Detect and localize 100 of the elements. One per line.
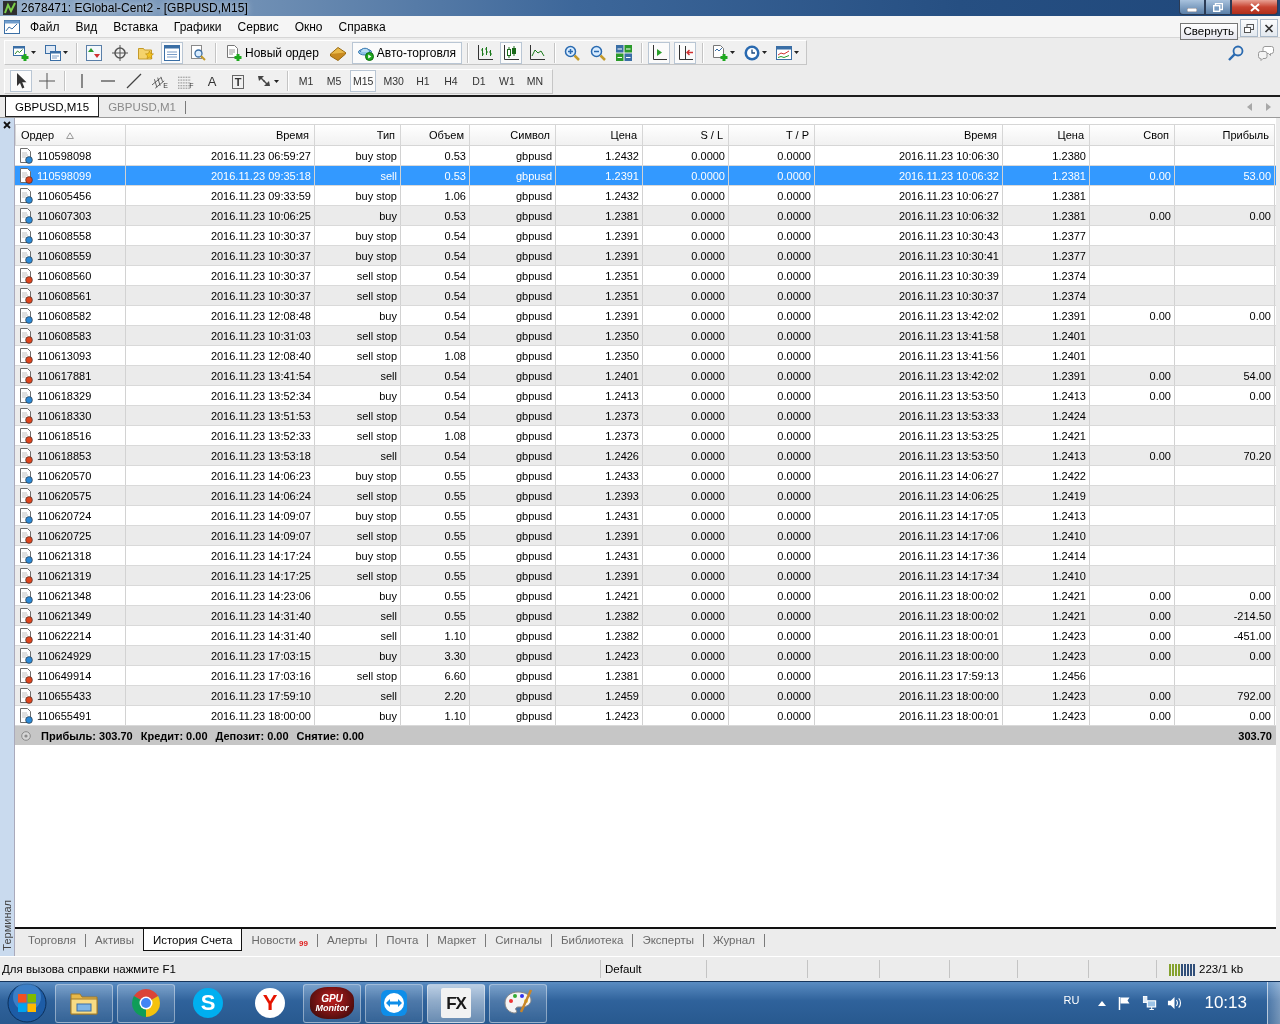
taskbar-button[interactable]: FX bbox=[427, 983, 485, 1023]
caret-icon[interactable] bbox=[31, 51, 36, 54]
triangle-up-icon[interactable] bbox=[1098, 1000, 1107, 1006]
column-header[interactable]: T / P bbox=[729, 124, 815, 146]
close-button[interactable] bbox=[1231, 0, 1278, 15]
clock-icon[interactable] bbox=[744, 44, 761, 61]
table-row[interactable]: 110655491 2016.11.23 18:00:00 buy 1.10 gbpusd 1.2423 0.0000 0.0000 2016.11.23 18:00:01 1.2423 0.00 0.00 bbox=[15, 706, 1276, 726]
table-row[interactable]: 110621319 2016.11.23 14:17:25 sell stop 0.55 gbpusd 1.2391 0.0000 0.0000 2016.11.23 14:17:34 1.2410 bbox=[15, 566, 1276, 586]
document-plus-icon[interactable] bbox=[712, 44, 729, 61]
network-icon[interactable] bbox=[1142, 996, 1158, 1010]
caret-icon[interactable] bbox=[730, 51, 736, 54]
arrows-icon[interactable] bbox=[256, 73, 272, 89]
column-header[interactable]: Цена bbox=[556, 124, 643, 146]
table-row[interactable]: 110620575 2016.11.23 14:06:24 sell stop 0.55 gbpusd 1.2393 0.0000 0.0000 2016.11.23 14:06:25 1.2419 bbox=[15, 486, 1276, 506]
windows-icon[interactable] bbox=[45, 44, 61, 61]
terminal-tab[interactable]: История Счета bbox=[142, 929, 243, 951]
taskbar-button[interactable] bbox=[489, 983, 547, 1023]
terminal-tab[interactable]: Журнал bbox=[703, 929, 764, 951]
column-header[interactable]: S / L bbox=[643, 124, 729, 146]
menu-item[interactable]: Графики bbox=[165, 17, 230, 36]
caret-icon[interactable] bbox=[274, 79, 279, 83]
menu-item[interactable]: Вставка bbox=[105, 17, 166, 36]
table-row[interactable]: 110608583 2016.11.23 10:31:03 sell stop 0.54 gbpusd 1.2350 0.0000 0.0000 2016.11.23 13:41:58 1.2401 bbox=[15, 326, 1276, 346]
taskbar-button[interactable]: GPU Monitor bbox=[303, 983, 361, 1023]
table-row[interactable]: 110620725 2016.11.23 14:09:07 sell stop 0.55 gbpusd 1.2391 0.0000 0.0000 2016.11.23 14:17:06 1.2410 bbox=[15, 526, 1276, 546]
close-button[interactable] bbox=[1260, 19, 1278, 37]
menu-item[interactable]: Файл bbox=[22, 17, 68, 36]
cursor-icon[interactable] bbox=[10, 70, 32, 92]
timeframe-button[interactable]: D1 bbox=[466, 70, 491, 92]
caret-icon[interactable] bbox=[794, 51, 800, 54]
close-icon[interactable] bbox=[3, 121, 11, 129]
search-icon[interactable] bbox=[1228, 44, 1244, 61]
timeframe-button[interactable]: MN bbox=[522, 70, 547, 92]
table-row[interactable]: 110608559 2016.11.23 10:30:37 buy stop 0.54 gbpusd 1.2391 0.0000 0.0000 2016.11.23 10:30:41 1.2377 bbox=[15, 246, 1276, 266]
table-row[interactable]: 110617881 2016.11.23 13:41:54 sell 0.54 gbpusd 1.2401 0.0000 0.0000 2016.11.23 13:42:02 1.2391 0.00 54.00 bbox=[15, 366, 1276, 386]
list-window-icon[interactable] bbox=[161, 41, 183, 64]
timeframe-button[interactable]: W1 bbox=[494, 70, 519, 92]
terminal-tab[interactable]: Алерты bbox=[317, 929, 377, 951]
table-row[interactable]: 110607303 2016.11.23 10:06:25 buy 0.53 gbpusd 1.2381 0.0000 0.0000 2016.11.23 10:06:32 1.2381 0.00 0.00 bbox=[15, 206, 1276, 226]
column-header[interactable]: Время bbox=[815, 124, 1003, 146]
app-logo[interactable]: Y bbox=[255, 988, 285, 1018]
terminal-tab[interactable]: Торговля bbox=[19, 929, 86, 951]
menu-item[interactable]: Справка bbox=[330, 17, 394, 36]
language-indicator[interactable]: RU bbox=[1063, 994, 1080, 1006]
bar-chart-icon[interactable] bbox=[477, 44, 494, 61]
timeframe-button[interactable]: M30 bbox=[380, 70, 407, 92]
tile-windows-icon[interactable] bbox=[616, 44, 633, 61]
terminal-tab[interactable]: Почта bbox=[377, 929, 428, 951]
table-row[interactable]: 110621349 2016.11.23 14:31:40 sell 0.55 gbpusd 1.2382 0.0000 0.0000 2016.11.23 18:00:02 1.2421 0.00 -214.50 bbox=[15, 606, 1276, 626]
menu-item[interactable]: Сервис bbox=[229, 17, 287, 36]
zoom-out-icon[interactable] bbox=[590, 44, 607, 61]
arrows-window-icon[interactable] bbox=[86, 44, 102, 61]
minimize-button[interactable] bbox=[1179, 0, 1205, 15]
auto-trading-button[interactable]: Авто-торговля bbox=[351, 41, 463, 64]
table-row[interactable]: 110618853 2016.11.23 13:53:18 sell 0.54 gbpusd 1.2426 0.0000 0.0000 2016.11.23 13:53:50 1.2413 0.00 70.20 bbox=[15, 446, 1276, 466]
diamond-icon[interactable] bbox=[329, 44, 346, 61]
show-desktop-button[interactable] bbox=[1267, 982, 1280, 1024]
chat-icon[interactable] bbox=[1258, 44, 1274, 61]
restore-button[interactable] bbox=[1240, 19, 1258, 37]
document-chart-icon[interactable] bbox=[4, 18, 20, 35]
caret-icon[interactable] bbox=[63, 51, 68, 54]
terminal-tab[interactable]: Активы bbox=[86, 929, 143, 951]
chart-tab[interactable]: GBPUSD,M15 bbox=[5, 97, 100, 117]
column-header[interactable]: Символ bbox=[470, 124, 556, 146]
chart-plus-icon[interactable] bbox=[13, 44, 29, 61]
column-header[interactable]: Время bbox=[126, 124, 315, 146]
column-header[interactable]: Объем bbox=[401, 124, 470, 146]
table-row[interactable]: 110655433 2016.11.23 17:59:10 sell 2.20 gbpusd 1.2459 0.0000 0.0000 2016.11.23 18:00:00 1.2423 0.00 792.00 bbox=[15, 686, 1276, 706]
timeframe-button[interactable]: M5 bbox=[322, 70, 346, 92]
timeframe-button[interactable]: H4 bbox=[438, 70, 463, 92]
target-icon[interactable] bbox=[112, 44, 128, 61]
terminal-tab[interactable]: Новости 99 bbox=[242, 929, 317, 951]
taskbar-button[interactable] bbox=[55, 983, 113, 1023]
taskbar-button[interactable] bbox=[117, 983, 175, 1023]
taskbar-button[interactable] bbox=[365, 983, 423, 1023]
text-tool-button[interactable]: A bbox=[204, 73, 220, 89]
magnifier-document-icon[interactable] bbox=[190, 44, 206, 61]
column-header[interactable]: Ордер bbox=[15, 124, 126, 146]
timeframe-button[interactable]: M15 bbox=[350, 70, 377, 92]
line-chart-icon[interactable] bbox=[529, 44, 546, 61]
table-row[interactable]: 110618330 2016.11.23 13:51:53 sell stop 0.54 gbpusd 1.2373 0.0000 0.0000 2016.11.23 13:53:33 1.2424 bbox=[15, 406, 1276, 426]
trend-line-icon[interactable] bbox=[126, 73, 142, 89]
menu-item[interactable]: Окно bbox=[286, 17, 331, 36]
terminal-tab[interactable]: Эксперты bbox=[633, 929, 703, 951]
timeframe-button[interactable]: M1 bbox=[294, 70, 318, 92]
chart-window-icon[interactable] bbox=[776, 44, 793, 61]
auto-scroll-icon[interactable] bbox=[674, 41, 697, 64]
table-row[interactable]: 110624929 2016.11.23 17:03:15 buy 3.30 gbpusd 1.2423 0.0000 0.0000 2016.11.23 18:00:00 1.2423 0.00 0.00 bbox=[15, 646, 1276, 666]
caret-icon[interactable] bbox=[762, 51, 768, 54]
zoom-in-icon[interactable] bbox=[564, 44, 581, 61]
terminal-tab[interactable]: Библиотека bbox=[551, 929, 633, 951]
new-order-button[interactable]: Новый ордер bbox=[221, 41, 324, 64]
restore-button[interactable] bbox=[1205, 0, 1231, 15]
candlestick-icon[interactable] bbox=[500, 41, 523, 64]
chart-shift-icon[interactable] bbox=[648, 41, 671, 64]
menu-item[interactable]: Вид bbox=[67, 17, 106, 36]
speaker-icon[interactable] bbox=[1167, 996, 1183, 1010]
column-header[interactable]: Тип bbox=[315, 124, 401, 146]
table-row[interactable]: 110608561 2016.11.23 10:30:37 sell stop 0.54 gbpusd 1.2351 0.0000 0.0000 2016.11.23 10:30:37 1.2374 bbox=[15, 286, 1276, 306]
terminal-tab[interactable]: Маркет bbox=[428, 929, 486, 951]
